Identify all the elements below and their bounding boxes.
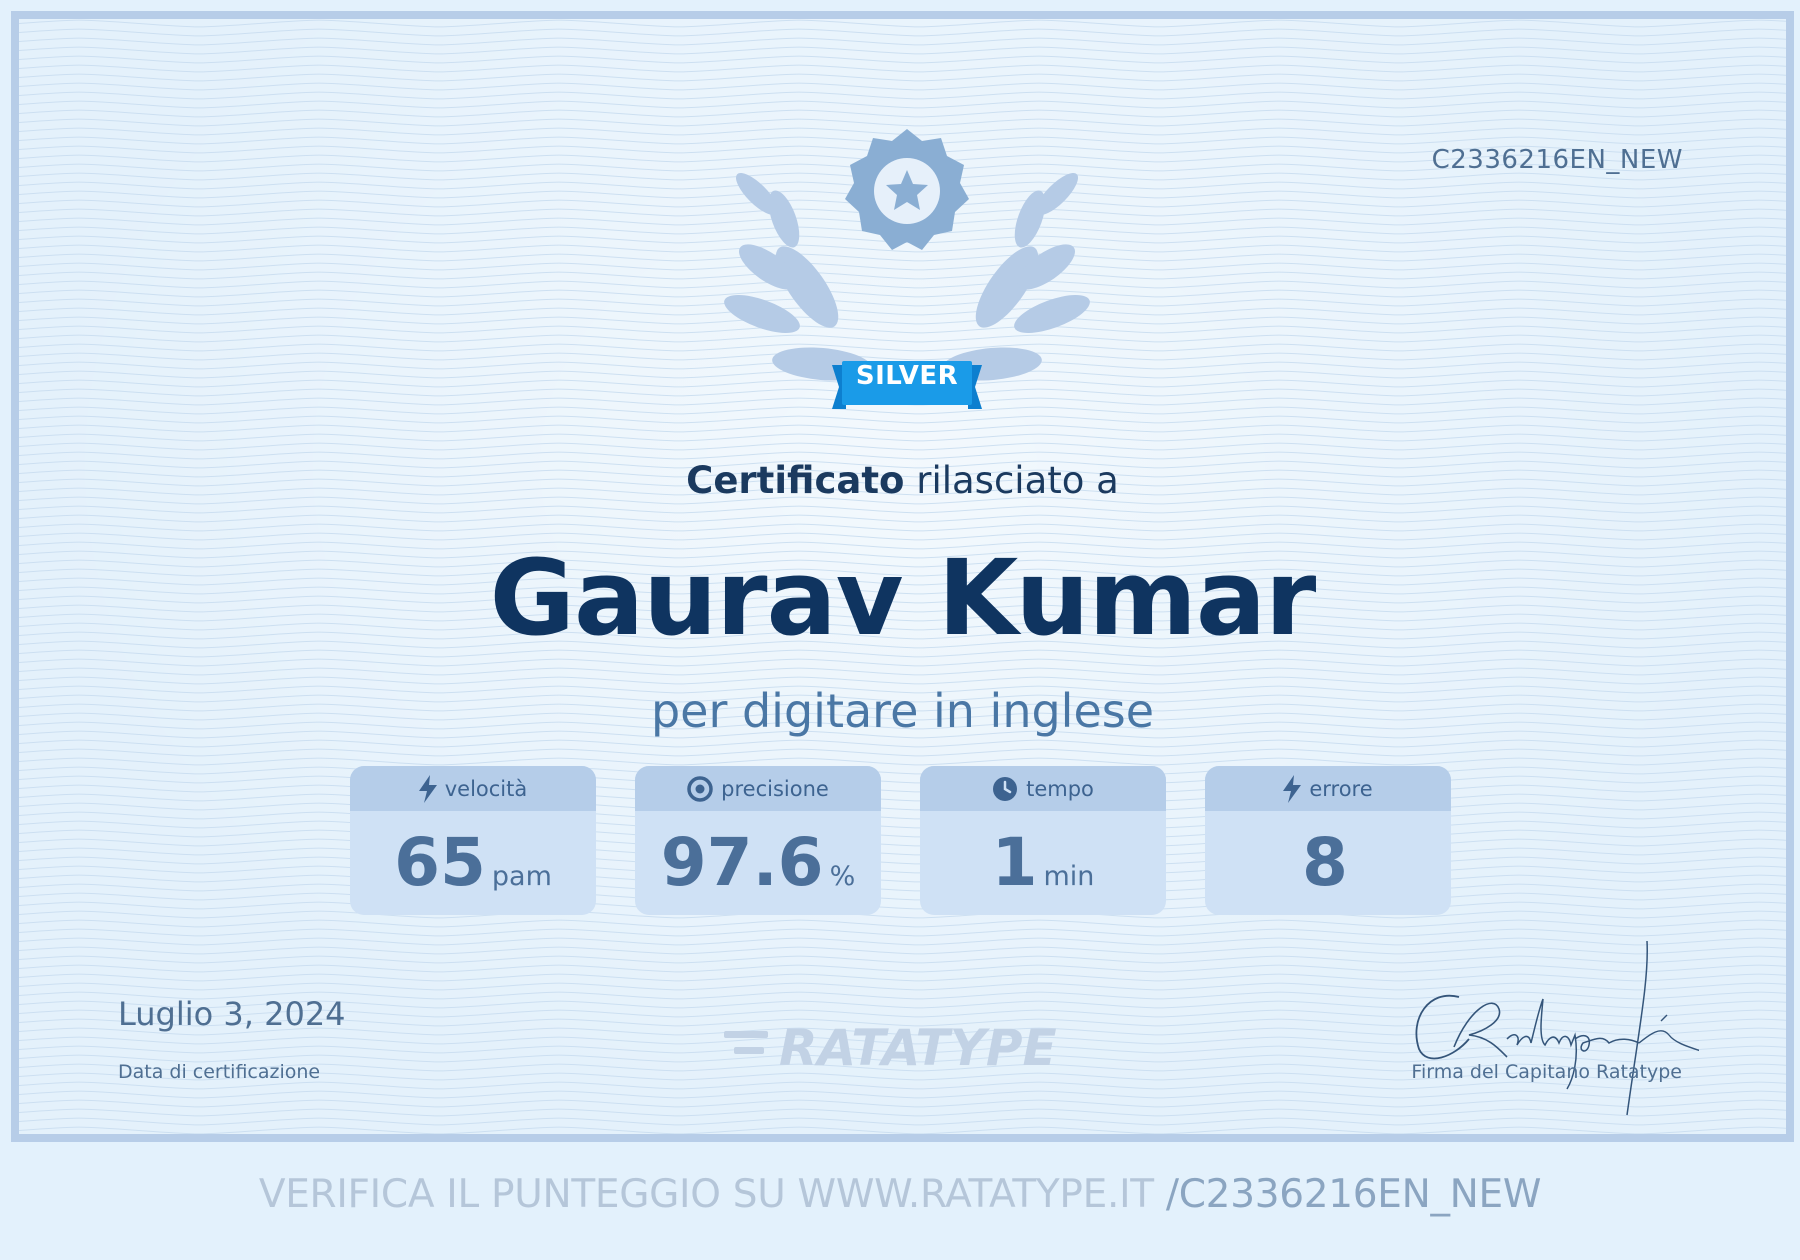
stat-unit: pam [491, 861, 552, 892]
recipient-name: Gaurav Kumar [489, 537, 1317, 659]
clock-icon [993, 776, 1018, 801]
stat-label: velocità [444, 776, 528, 801]
stat-value: 65 [394, 824, 486, 901]
stat-header: velocità [350, 766, 596, 811]
verify-score-line: VERIFICA IL PUNTEGGIO SU WWW.RATATYPE.IT… [0, 1172, 1800, 1217]
certificate-card: C2336216EN_NEW SILVER Certificato rilasc… [11, 11, 1794, 1142]
stat-header: tempo [920, 766, 1166, 811]
stat-label: tempo [1026, 776, 1094, 801]
stat-card-errors: errore 8 [1205, 766, 1451, 915]
ratatype-logo-text: RATATYPE [779, 1019, 1057, 1077]
stat-header: errore [1205, 766, 1451, 811]
signature-label: Firma del Capitano Ratatype [1411, 1061, 1682, 1083]
stat-value: 8 [1302, 824, 1348, 901]
certificate-subtitle: per digitare in inglese [650, 684, 1155, 738]
stat-body: 8 [1205, 811, 1451, 915]
verify-link[interactable]: /C2336216EN_NEW [1166, 1172, 1542, 1217]
stat-unit: % [829, 861, 856, 892]
verify-prefix: VERIFICA IL PUNTEGGIO SU WWW.RATATYPE.IT [258, 1172, 1166, 1217]
lightning-icon [418, 774, 437, 803]
heading-rest: rilasciato a [904, 459, 1119, 502]
certificate-heading: Certificato rilasciato a [19, 459, 1786, 502]
stat-body: 1 min [920, 811, 1166, 915]
stat-value: 1 [991, 824, 1038, 901]
stat-header: precisione [635, 766, 881, 811]
certification-date: Luglio 3, 2024 [118, 995, 346, 1033]
stat-card-accuracy: precisione 97.6 % [635, 766, 881, 915]
target-icon [687, 775, 713, 802]
captain-signature [1415, 940, 1699, 1116]
stat-body: 65 pam [350, 811, 596, 915]
level-badge-label: SILVER [855, 361, 959, 391]
stat-card-speed: velocità 65 pam [350, 766, 596, 915]
stat-card-time: tempo 1 min [920, 766, 1166, 915]
certification-date-label: Data di certificazione [118, 1061, 321, 1083]
heading-bold: Certificato [686, 459, 905, 502]
certificate-id: C2336216EN_NEW [1431, 145, 1683, 175]
page: C2336216EN_NEW SILVER Certificato rilasc… [0, 0, 1800, 1260]
stat-value: 97.6 [660, 824, 824, 901]
stat-body: 97.6 % [635, 811, 881, 915]
stat-label: precisione [721, 776, 829, 801]
stat-label: errore [1309, 776, 1373, 801]
stat-unit: min [1043, 861, 1095, 892]
lightning-icon [1283, 774, 1302, 803]
